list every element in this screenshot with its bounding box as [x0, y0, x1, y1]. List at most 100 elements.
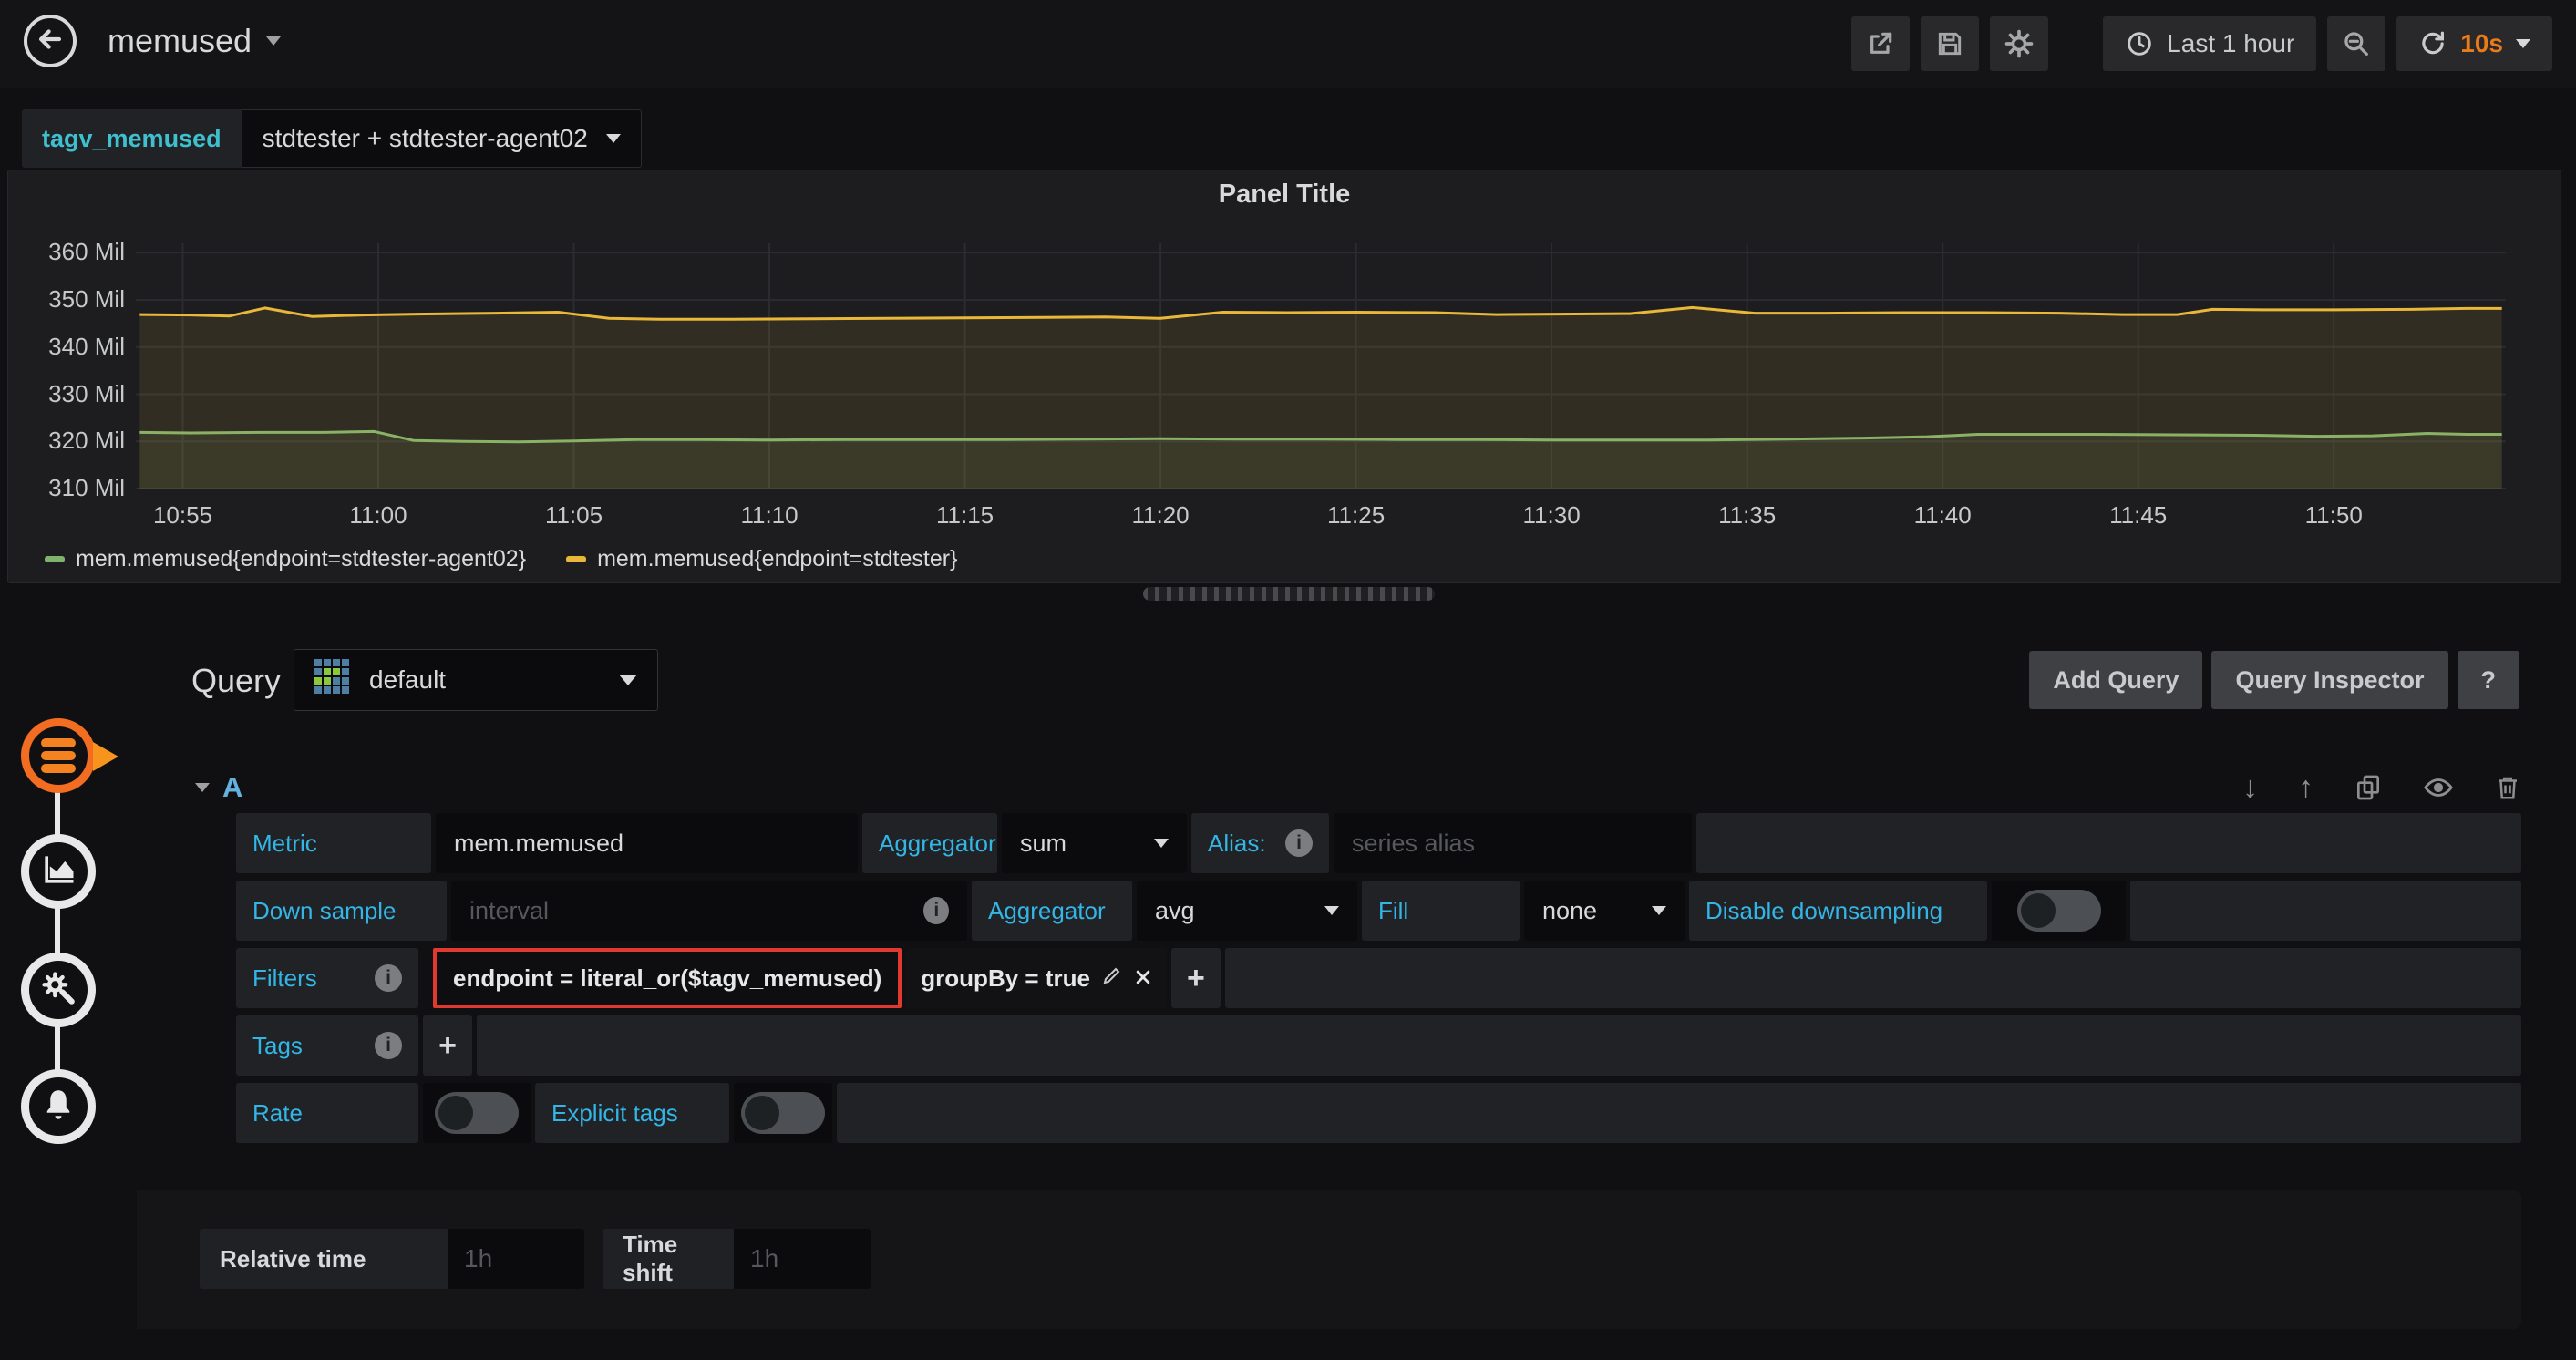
settings-button[interactable] [1990, 16, 2048, 71]
chevron-down-icon [606, 134, 621, 143]
relative-time-label: Relative time [200, 1229, 448, 1289]
rate-label: Rate [236, 1083, 418, 1143]
y-axis-label: 330 Mil [17, 380, 125, 408]
interval-input-wrap: i [451, 881, 967, 941]
legend: mem.memused{endpoint=stdtester-agent02} m… [45, 546, 957, 572]
add-query-button[interactable]: Add Query [2029, 651, 2202, 709]
metric-input[interactable] [439, 829, 854, 858]
aggregator-select[interactable]: sum [1002, 813, 1187, 873]
move-query-down-icon[interactable]: ↓ [2242, 770, 2258, 806]
panel-resize-handle[interactable] [1143, 587, 1435, 601]
filter-tag-highlighted[interactable]: endpoint = literal_or($tagv_memused) [433, 948, 902, 1008]
rate-toggle[interactable] [435, 1092, 519, 1134]
x-axis-label: 11:40 [1892, 501, 1993, 530]
chevron-down-icon [2516, 39, 2530, 48]
info-icon[interactable]: i [923, 897, 949, 924]
time-range-label: Last 1 hour [2167, 29, 2294, 58]
dashboard-title-text: memused [108, 22, 252, 60]
disable-downsampling-toggle[interactable] [2017, 890, 2101, 932]
alias-input-wrap [1334, 813, 1692, 873]
remove-filter-x-icon[interactable] [1134, 964, 1152, 993]
x-axis-label: 11:05 [524, 501, 624, 530]
collapse-caret-icon[interactable] [195, 783, 210, 792]
edit-pencil-icon[interactable] [1101, 964, 1123, 993]
variable-value-dropdown[interactable]: stdtester + stdtester-agent02 [242, 109, 642, 168]
database-icon [41, 738, 76, 773]
share-icon [1866, 29, 1895, 58]
relative-time-input[interactable] [448, 1244, 584, 1273]
fill-value: none [1542, 897, 1597, 925]
ds-aggregator-select[interactable]: avg [1137, 881, 1357, 941]
duplicate-query-icon[interactable] [2354, 773, 2383, 802]
interval-input[interactable] [455, 897, 923, 925]
clock-icon [2125, 29, 2154, 58]
rate-toggle-cell [423, 1083, 531, 1143]
y-axis-label: 320 Mil [17, 427, 125, 455]
chevron-down-icon [1154, 839, 1169, 848]
info-icon[interactable]: i [375, 964, 402, 992]
delete-query-trash-icon[interactable] [2494, 774, 2521, 801]
refresh-picker[interactable]: 10s [2396, 16, 2552, 71]
panel-title[interactable]: Panel Title [8, 180, 2561, 210]
query-inspector-button[interactable]: Query Inspector [2211, 651, 2447, 709]
tab-alert[interactable] [21, 1069, 96, 1144]
legend-series-name: mem.memused{endpoint=stdtester-agent02} [76, 546, 526, 572]
gear-wrench-icon [38, 968, 78, 1013]
fill-select[interactable]: none [1524, 881, 1685, 941]
toggle-visibility-eye-icon[interactable] [2423, 772, 2454, 803]
save-button[interactable] [1921, 16, 1979, 71]
time-shift-input[interactable] [734, 1244, 871, 1273]
refresh-icon [2418, 29, 2447, 58]
legend-item[interactable]: mem.memused{endpoint=stdtester-agent02} [45, 546, 526, 572]
downsample-row: Down sample i Aggregator avg Fill none D… [236, 881, 2521, 941]
help-button[interactable]: ? [2458, 651, 2520, 709]
bell-icon [39, 1086, 77, 1128]
move-query-up-icon[interactable]: ↑ [2298, 770, 2313, 806]
row-filler [1696, 813, 2521, 873]
x-axis-label: 10:55 [132, 501, 232, 530]
timeseries-chart[interactable] [136, 232, 2506, 510]
metric-label: Metric [236, 813, 431, 873]
x-axis-label: 11:35 [1697, 501, 1798, 530]
x-axis-label: 11:30 [1501, 501, 1602, 530]
datasource-name: default [369, 665, 446, 695]
time-options-section: Relative time Time shift [137, 1190, 2521, 1329]
chevron-down-icon [1324, 906, 1339, 915]
tags-label-box: Tags i [236, 1015, 418, 1076]
add-tag-button[interactable]: + [423, 1015, 472, 1076]
rate-row: Rate Explicit tags [236, 1083, 2521, 1143]
add-filter-button[interactable]: + [1171, 948, 1221, 1008]
share-button[interactable] [1851, 16, 1910, 71]
filters-row: Filters i endpoint = literal_or($tagv_me… [236, 948, 2521, 1008]
dashboard-title[interactable]: memused [108, 22, 281, 60]
query-section-title: Query [191, 662, 281, 700]
refresh-interval-label: 10s [2460, 29, 2503, 58]
y-axis-label: 310 Mil [17, 474, 125, 502]
info-icon[interactable]: i [375, 1032, 402, 1059]
query-ref-letter[interactable]: A [222, 771, 242, 804]
opentsdb-logo-icon [314, 659, 351, 702]
explicit-tags-toggle[interactable] [741, 1092, 825, 1134]
query-editor-rows: Metric Aggregator sum Alias: i Down samp… [236, 813, 2521, 1143]
info-icon[interactable]: i [1285, 829, 1313, 857]
tab-queries[interactable] [21, 718, 96, 793]
tab-general[interactable] [21, 953, 96, 1027]
variable-value-text: stdtester + stdtester-agent02 [263, 124, 588, 153]
row-filler [477, 1015, 2521, 1076]
tab-visualization[interactable] [21, 834, 96, 909]
chart-icon [38, 850, 78, 894]
x-axis-label: 11:50 [2283, 501, 2384, 530]
time-shift-input-wrap [734, 1229, 871, 1289]
back-button[interactable] [24, 15, 77, 67]
time-range-picker[interactable]: Last 1 hour [2103, 16, 2316, 71]
tags-row: Tags i + [236, 1015, 2521, 1076]
fill-label: Fill [1362, 881, 1520, 941]
zoom-out-button[interactable] [2327, 16, 2385, 71]
legend-item[interactable]: mem.memused{endpoint=stdtester} [566, 546, 957, 572]
alias-input[interactable] [1337, 829, 1688, 858]
row-filler [1225, 948, 2521, 1008]
filter-tag-groupby[interactable]: groupBy = true [906, 948, 1167, 1008]
datasource-picker[interactable]: default [294, 649, 658, 711]
aggregator-value: sum [1020, 829, 1066, 858]
chevron-down-icon [1652, 906, 1666, 915]
